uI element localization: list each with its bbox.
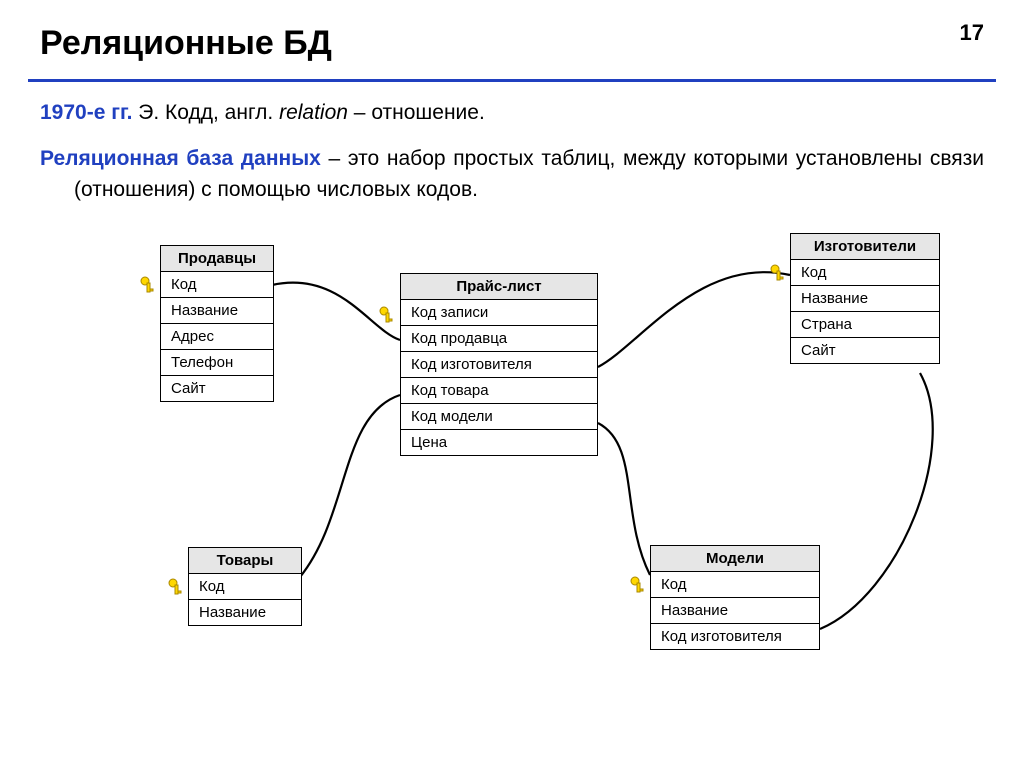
table-goods-header: Товары	[189, 548, 301, 574]
table-row: Адрес	[161, 324, 273, 350]
intro-text-2: – отношение.	[348, 101, 485, 124]
table-row: Код	[791, 260, 939, 286]
intro-text-1: Э. Кодд, англ.	[132, 101, 279, 124]
key-icon	[378, 305, 398, 325]
diagram-canvas: Продавцы Код Название Адрес Телефон Сайт…	[0, 215, 1024, 715]
year-label: 1970-е гг.	[40, 101, 132, 124]
intro-line-1: 1970-е гг. Э. Кодд, англ. relation – отн…	[40, 98, 984, 128]
table-row: Код записи	[401, 300, 597, 326]
table-manufacturers: Изготовители Код Название Страна Сайт	[790, 233, 940, 364]
key-icon	[139, 275, 159, 295]
table-row: Код	[651, 572, 819, 598]
table-sellers-header: Продавцы	[161, 246, 273, 272]
table-row: Название	[161, 298, 273, 324]
table-row: Код изготовителя	[401, 352, 597, 378]
key-icon	[167, 577, 187, 597]
table-models: Модели Код Название Код изготовителя	[650, 545, 820, 650]
definition-line: Реляционная база данных – это набор прос…	[40, 144, 984, 205]
table-row: Название	[791, 286, 939, 312]
table-goods: Товары Код Название	[188, 547, 302, 626]
table-row: Сайт	[791, 338, 939, 363]
table-row: Код изготовителя	[651, 624, 819, 649]
table-manufacturers-header: Изготовители	[791, 234, 939, 260]
table-pricelist-header: Прайс-лист	[401, 274, 597, 300]
table-row: Код продавца	[401, 326, 597, 352]
table-row: Код	[189, 574, 301, 600]
table-row: Код модели	[401, 404, 597, 430]
table-pricelist: Прайс-лист Код записи Код продавца Код и…	[400, 273, 598, 456]
page-number: 17	[960, 20, 984, 46]
relation-italic: relation	[279, 101, 348, 124]
table-row: Сайт	[161, 376, 273, 401]
header-divider	[28, 79, 996, 82]
table-row: Страна	[791, 312, 939, 338]
table-row: Название	[189, 600, 301, 625]
table-row: Телефон	[161, 350, 273, 376]
table-row: Код	[161, 272, 273, 298]
table-row: Название	[651, 598, 819, 624]
definition-term: Реляционная база данных	[40, 147, 321, 170]
table-sellers: Продавцы Код Название Адрес Телефон Сайт	[160, 245, 274, 402]
page-title: Реляционные БД	[40, 24, 984, 63]
table-row: Цена	[401, 430, 597, 455]
key-icon	[629, 575, 649, 595]
table-row: Код товара	[401, 378, 597, 404]
key-icon	[769, 263, 789, 283]
table-models-header: Модели	[651, 546, 819, 572]
